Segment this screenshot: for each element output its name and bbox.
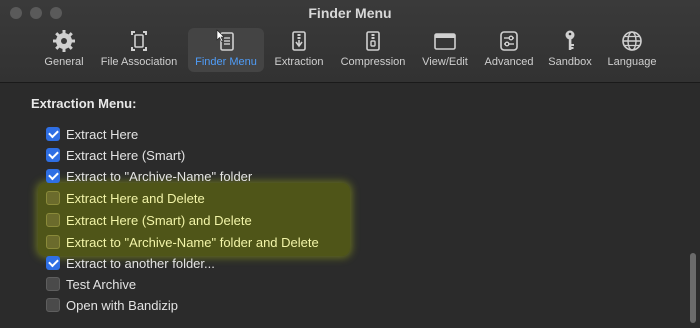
option-extract-to-archive-folder[interactable]: Extract to "Archive-Name" folder: [46, 167, 252, 185]
window-icon: [434, 33, 456, 50]
extraction-icon: [292, 31, 306, 51]
tab-label: Extraction: [274, 56, 324, 68]
globe-icon: [622, 31, 642, 51]
preferences-window: Finder Menu General File Association Fin…: [0, 0, 700, 328]
checkbox-unchecked[interactable]: [46, 298, 60, 312]
section-title: Extraction Menu:: [31, 96, 137, 111]
title-bar: Finder Menu General File Association Fin…: [0, 0, 700, 83]
option-label: Extract to "Archive-Name" folder and Del…: [66, 234, 319, 250]
finder-menu-icon: [216, 29, 234, 51]
vertical-scrollbar[interactable]: [690, 253, 696, 323]
file-association-icon: [131, 31, 147, 51]
option-open-with-bandizip[interactable]: Open with Bandizip: [46, 296, 178, 314]
tab-general[interactable]: General: [40, 28, 88, 72]
checkbox-unchecked[interactable]: [46, 277, 60, 291]
checkbox-checked[interactable]: [46, 148, 60, 162]
tab-label: Finder Menu: [195, 56, 257, 68]
option-label: Open with Bandizip: [66, 297, 179, 313]
option-extract-here[interactable]: Extract Here: [46, 125, 138, 143]
option-label: Extract to "Archive-Name" folder: [66, 168, 253, 184]
tab-label: Advanced: [484, 56, 534, 68]
option-label: Extract Here: [66, 126, 139, 142]
tab-finder-menu[interactable]: Finder Menu: [188, 28, 264, 72]
tab-label: Compression: [340, 56, 406, 68]
tab-compression[interactable]: Compression: [336, 28, 410, 72]
checkbox-checked[interactable]: [46, 127, 60, 141]
tab-sandbox[interactable]: Sandbox: [544, 28, 596, 72]
tab-file-association[interactable]: File Association: [96, 28, 182, 72]
option-extract-here-smart[interactable]: Extract Here (Smart): [46, 146, 185, 164]
option-extract-to-another-folder[interactable]: Extract to another folder...: [46, 254, 215, 272]
checkbox-unchecked[interactable]: [46, 235, 60, 249]
option-label: Extract to another folder...: [66, 255, 215, 271]
compression-icon: [366, 31, 380, 51]
window-title: Finder Menu: [308, 5, 392, 21]
checkbox-checked[interactable]: [46, 169, 60, 183]
tab-view-edit[interactable]: View/Edit: [418, 28, 472, 72]
option-label: Extract Here (Smart): [66, 147, 186, 163]
checkbox-checked[interactable]: [46, 256, 60, 270]
settings-panel: Extraction Menu: Extract Here Extract He…: [0, 83, 700, 328]
option-label: Extract Here (Smart) and Delete: [66, 212, 252, 228]
checkbox-unchecked[interactable]: [46, 191, 60, 205]
option-test-archive[interactable]: Test Archive: [46, 275, 136, 293]
tab-extraction[interactable]: Extraction: [270, 28, 328, 72]
preferences-toolbar: General File Association Finder Menu Ext…: [0, 28, 700, 78]
tab-label: View/Edit: [422, 56, 468, 68]
key-icon: [565, 30, 575, 50]
tab-label: File Association: [100, 56, 178, 68]
option-extract-here-smart-and-delete[interactable]: Extract Here (Smart) and Delete: [46, 211, 252, 229]
option-extract-to-archive-folder-and-delete[interactable]: Extract to "Archive-Name" folder and Del…: [46, 233, 319, 251]
tab-label: Language: [607, 56, 657, 68]
checkbox-unchecked[interactable]: [46, 213, 60, 227]
tab-label: Sandbox: [548, 56, 592, 68]
option-extract-here-and-delete[interactable]: Extract Here and Delete: [46, 189, 205, 207]
option-label: Extract Here and Delete: [66, 190, 205, 206]
advanced-icon: [500, 31, 518, 51]
option-label: Test Archive: [66, 276, 137, 292]
gear-icon: [53, 30, 75, 52]
tab-advanced[interactable]: Advanced: [480, 28, 538, 72]
tab-language[interactable]: Language: [602, 28, 662, 72]
tab-label: General: [44, 56, 84, 68]
